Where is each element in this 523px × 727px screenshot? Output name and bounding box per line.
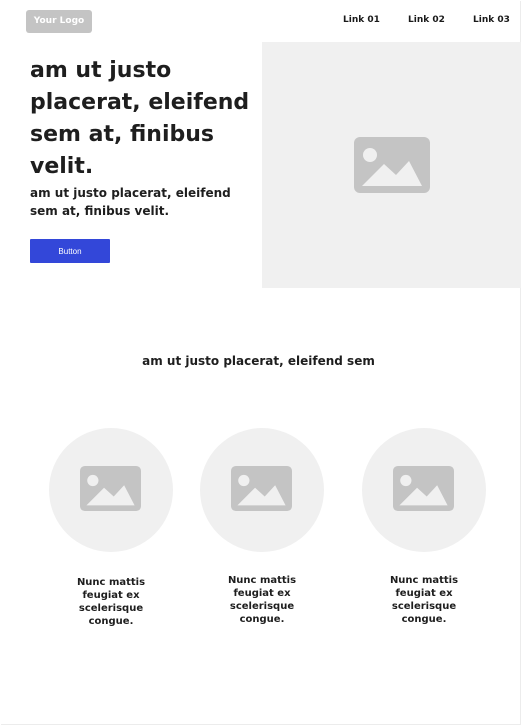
nav-link-03[interactable]: Link 03 [473, 15, 510, 25]
nav-link-01[interactable]: Link 01 [343, 15, 380, 25]
nav-link-02[interactable]: Link 02 [408, 15, 445, 25]
feature-card: Nunc mattis feugiat ex scelerisque congu… [49, 428, 173, 628]
feature-image-placeholder [362, 428, 486, 552]
image-placeholder-icon [393, 466, 454, 511]
feature-caption: Nunc mattis feugiat ex scelerisque congu… [76, 577, 146, 627]
feature-card: Nunc mattis feugiat ex scelerisque congu… [200, 428, 324, 626]
feature-caption: Nunc mattis feugiat ex scelerisque congu… [389, 575, 459, 625]
hero-button[interactable]: Button [30, 239, 110, 263]
image-placeholder-icon [354, 137, 430, 193]
image-placeholder-icon [231, 466, 292, 511]
section-title: am ut justo placerat, eleifend sem [142, 354, 375, 368]
image-placeholder-icon [80, 466, 141, 511]
feature-image-placeholder [49, 428, 173, 552]
hero-subtitle: am ut justo placerat, eleifend sem at, f… [30, 186, 231, 218]
feature-image-placeholder [200, 428, 324, 552]
logo[interactable]: Your Logo [26, 10, 92, 33]
hero-title: am ut justo placerat, eleifend sem at, f… [30, 58, 250, 179]
feature-card: Nunc mattis feugiat ex scelerisque congu… [362, 428, 486, 626]
feature-caption: Nunc mattis feugiat ex scelerisque congu… [227, 575, 297, 625]
page-canvas: Your Logo Link 01 Link 02 Link 03 am ut … [1, 1, 521, 725]
hero-image-placeholder [262, 42, 521, 288]
